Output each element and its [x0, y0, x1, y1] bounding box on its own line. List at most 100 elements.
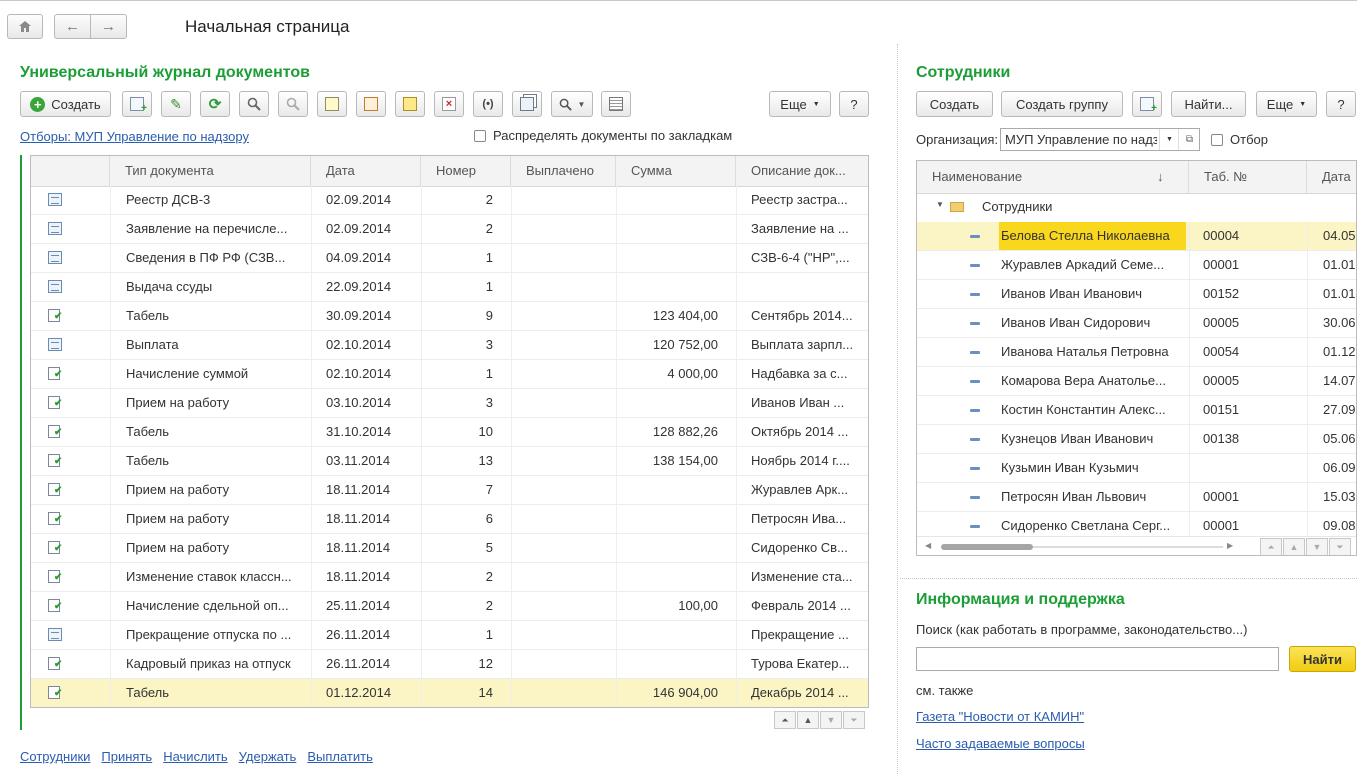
refresh-button[interactable]: ⟳	[200, 91, 230, 117]
scroll-left-icon[interactable]: ◀	[925, 541, 931, 550]
column-header-tab-number[interactable]: Таб. №	[1189, 161, 1307, 193]
link-employees[interactable]: Сотрудники	[20, 749, 90, 764]
employee-row[interactable]: Костин Константин Алекс... 00151 27.09	[917, 396, 1356, 425]
employee-row[interactable]: Иванов Иван Иванович 00152 01.01	[917, 280, 1356, 309]
table-row[interactable]: Сведения в ПФ РФ (СЗВ... 04.09.2014 1 СЗВ-6…	[31, 244, 868, 273]
table-row[interactable]: Прием на работу 18.11.2014 5 Сидоренко Св..…	[31, 534, 868, 563]
forward-button[interactable]: →	[90, 14, 127, 39]
search-button[interactable]	[239, 91, 269, 117]
column-header-paid[interactable]: Выплачено	[511, 156, 616, 186]
group-row[interactable]: ▼ Сотрудники	[917, 193, 1356, 222]
scrollbar-thumb[interactable]	[941, 544, 1033, 550]
table-row[interactable]: Прием на работу 03.10.2014 3 Иванов Иван ..…	[31, 389, 868, 418]
table-row[interactable]: Кадровый приказ на отпуск 26.11.2014 12 Тур…	[31, 650, 868, 679]
column-header-description[interactable]: Описание док...	[736, 156, 868, 186]
employee-row[interactable]: Иванов Иван Сидорович 00005 30.06	[917, 309, 1356, 338]
page-down-button[interactable]: ▼	[1306, 538, 1328, 555]
link-faq[interactable]: Часто задаваемые вопросы	[916, 736, 1085, 751]
table-row[interactable]: Выдача ссуды 22.09.2014 1	[31, 273, 868, 302]
link-news-kamin[interactable]: Газета "Новости от КАМИН"	[916, 709, 1084, 724]
structure-button[interactable]: (•)	[473, 91, 503, 117]
table-row[interactable]: Табель 31.10.2014 10 128 882,26 Октябрь 2014…	[31, 418, 868, 447]
support-search-input[interactable]	[916, 647, 1279, 671]
link-accrue[interactable]: Начислить	[163, 749, 227, 764]
create-document-button[interactable]: + Создать	[20, 91, 111, 117]
unpost-button[interactable]	[356, 91, 386, 117]
table-row[interactable]: Изменение ставок классн... 18.11.2014 2 Изм…	[31, 563, 868, 592]
table-row[interactable]: Реестр ДСВ-3 02.09.2014 2 Реестр застра...	[31, 186, 868, 215]
scroll-right-icon[interactable]: ▶	[1227, 541, 1233, 550]
table-row[interactable]: Табель 30.09.2014 9 123 404,00 Сентябрь 2014…	[31, 302, 868, 331]
table-row[interactable]: Выплата 02.10.2014 3 120 752,00 Выплата зарп…	[31, 331, 868, 360]
link-hire[interactable]: Принять	[101, 749, 152, 764]
edit-button[interactable]: ✎	[161, 91, 191, 117]
home-button[interactable]	[7, 14, 43, 39]
checkbox-box[interactable]	[1211, 133, 1223, 146]
filter-link[interactable]: Отборы: МУП Управление по надзору	[20, 129, 249, 144]
table-row[interactable]: Начисление сдельной оп... 25.11.2014 2 100,…	[31, 592, 868, 621]
horizontal-scrollbar[interactable]: ◀ ▶ ⏶ ▲ ▼ ⏷	[917, 536, 1356, 555]
related-docs-button[interactable]	[512, 91, 542, 117]
employee-row[interactable]: Комарова Вера Анатолье... 00005 14.07	[917, 367, 1356, 396]
create-group-button[interactable]: Создать группу	[1001, 91, 1123, 117]
page-up-button[interactable]: ▲	[1283, 538, 1305, 555]
help-button[interactable]: ?	[839, 91, 869, 117]
employees-table[interactable]: Наименование ↓ Таб. № Дата ▼ Сотрудники …	[916, 160, 1357, 556]
find-employee-button[interactable]: Найти...	[1171, 91, 1246, 117]
employee-row[interactable]: Белова Стелла Николаевна 00004 04.05	[917, 222, 1356, 251]
page-first-button[interactable]: ⏶	[774, 711, 796, 729]
table-row[interactable]: Заявление на перечисле... 02.09.2014 2 Заяв…	[31, 215, 868, 244]
table-row[interactable]: Прием на работу 18.11.2014 6 Петросян Ива..…	[31, 505, 868, 534]
table-row[interactable]: Прием на работу 18.11.2014 7 Журавлев Арк..…	[31, 476, 868, 505]
collapse-icon[interactable]: ▼	[936, 200, 944, 209]
column-header-icon[interactable]	[31, 156, 110, 186]
settings-button[interactable]	[601, 91, 631, 117]
open-icon[interactable]: ⧉	[1178, 129, 1200, 150]
distribute-label: Распределять документы по закладкам	[493, 128, 733, 143]
table-row[interactable]: Табель 01.12.2014 14 146 904,00 Декабрь 2014…	[31, 679, 868, 707]
back-button[interactable]: ←	[54, 14, 91, 39]
employee-row[interactable]: Кузьмин Иван Кузьмич 06.09	[917, 454, 1356, 483]
cell-paid	[511, 389, 611, 417]
checkbox-box[interactable]	[474, 129, 486, 142]
page-first-button[interactable]: ⏶	[1260, 538, 1282, 555]
create-employee-button[interactable]: Создать	[916, 91, 993, 117]
employees-more-button[interactable]: Еще ▼	[1256, 91, 1317, 117]
table-row[interactable]: Начисление суммой 02.10.2014 1 4 000,00 Надб…	[31, 360, 868, 389]
distribute-checkbox[interactable]: Распределять документы по закладкам	[474, 128, 732, 143]
mark-button[interactable]	[395, 91, 425, 117]
employee-row[interactable]: Журавлев Аркадий Семе... 00001 01.01	[917, 251, 1356, 280]
column-header-date[interactable]: Дата	[1307, 161, 1356, 193]
column-header-date[interactable]: Дата	[311, 156, 421, 186]
search-menu-button[interactable]: ▼	[551, 91, 593, 117]
employee-row[interactable]: Кузнецов Иван Иванович 00138 05.06	[917, 425, 1356, 454]
link-withhold[interactable]: Удержать	[239, 749, 297, 764]
copy-button[interactable]: +	[122, 91, 152, 117]
page-last-button[interactable]: ⏷	[1329, 538, 1351, 555]
filter-checkbox[interactable]: Отбор	[1211, 132, 1268, 147]
column-header-number[interactable]: Номер	[421, 156, 511, 186]
employee-row[interactable]: Петросян Иван Львович 00001 15.03	[917, 483, 1356, 512]
link-pay[interactable]: Выплатить	[307, 749, 373, 764]
organization-select[interactable]: МУП Управление по надз ▼ ⧉	[1000, 128, 1200, 151]
column-header-sum[interactable]: Сумма	[616, 156, 736, 186]
copy-employee-button[interactable]: +	[1132, 91, 1162, 117]
employees-help-button[interactable]: ?	[1326, 91, 1356, 117]
chevron-down-icon[interactable]: ▼	[1159, 129, 1179, 150]
delete-mark-button[interactable]: ×	[434, 91, 464, 117]
column-header-name[interactable]: Наименование ↓	[917, 161, 1189, 193]
page-last-button[interactable]: ⏷	[843, 711, 865, 729]
column-header-type[interactable]: Тип документа	[110, 156, 311, 186]
table-row[interactable]: Прекращение отпуска по ... 26.11.2014 1 Пре…	[31, 621, 868, 650]
page-down-button[interactable]: ▼	[820, 711, 842, 729]
cell-sum: 128 882,26	[652, 424, 718, 439]
column-divider	[736, 389, 737, 417]
page-up-button[interactable]: ▲	[797, 711, 819, 729]
journal-table[interactable]: Тип документа Дата Номер Выплачено Сумма…	[30, 155, 869, 708]
cancel-search-button[interactable]	[278, 91, 308, 117]
employee-row[interactable]: Иванова Наталья Петровна 00054 01.12	[917, 338, 1356, 367]
more-button[interactable]: Еще ▼	[769, 91, 831, 117]
support-find-button[interactable]: Найти	[1289, 646, 1356, 672]
table-row[interactable]: Табель 03.11.2014 13 138 154,00 Ноябрь 2014 …	[31, 447, 868, 476]
post-button[interactable]	[317, 91, 347, 117]
